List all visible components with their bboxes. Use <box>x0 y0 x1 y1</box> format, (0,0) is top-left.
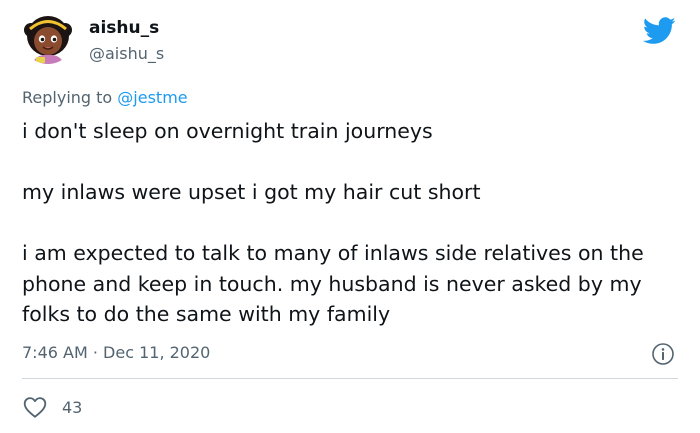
replying-to-line: Replying to @jestme <box>22 87 188 109</box>
twitter-bird-icon[interactable] <box>642 17 676 45</box>
avatar[interactable] <box>22 12 74 64</box>
tweet-date: Dec 11, 2020 <box>103 343 211 362</box>
replying-to-prefix: Replying to <box>22 88 118 107</box>
tweet-paragraph-2: my inlaws were upset i got my hair cut s… <box>22 180 481 204</box>
tweet-text: i don't sleep on overnight train journey… <box>22 116 692 330</box>
tweet-paragraph-3: i am expected to talk to many of inlaws … <box>22 241 644 326</box>
tweet-time: 7:46 AM <box>22 343 88 362</box>
cartoon-girl-avatar-icon <box>22 12 74 64</box>
tweet-timestamp[interactable]: 7:46 AM · Dec 11, 2020 <box>22 341 210 365</box>
divider <box>22 378 678 379</box>
like-button[interactable]: 43 <box>22 394 82 420</box>
tweet-paragraph-1: i don't sleep on overnight train journey… <box>22 119 433 143</box>
replying-to-mention[interactable]: @jestme <box>117 88 187 107</box>
like-count: 43 <box>62 397 83 417</box>
timestamp-separator: · <box>92 343 98 362</box>
info-icon[interactable] <box>651 342 675 366</box>
user-handle[interactable]: @aishu_s <box>89 44 164 64</box>
heart-icon <box>23 397 47 418</box>
display-name[interactable]: aishu_s <box>89 18 159 38</box>
tweet-card: aishu_s @aishu_s Replying to @jestme i d… <box>0 0 700 433</box>
